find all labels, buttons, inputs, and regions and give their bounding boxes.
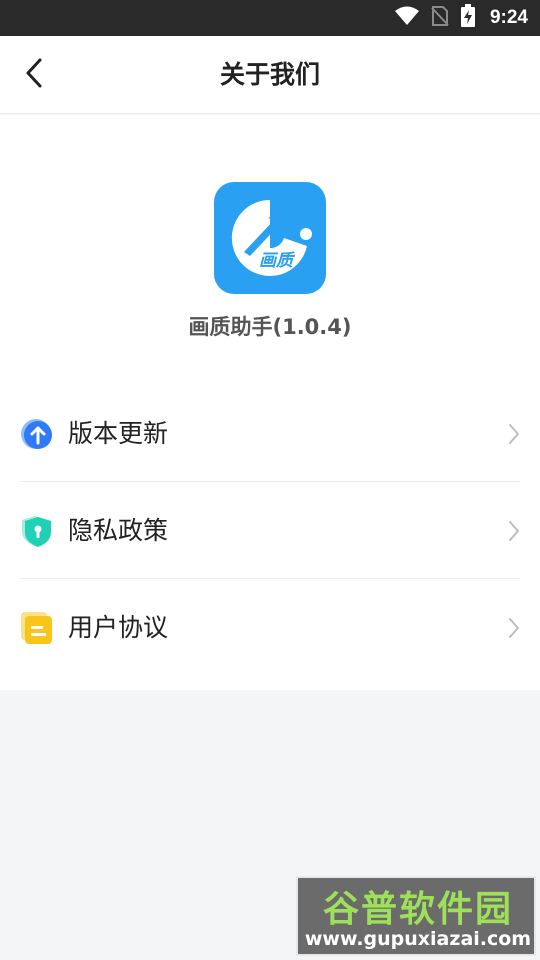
privacy-shield-icon: [20, 514, 54, 548]
no-sim-icon: [430, 5, 450, 31]
menu-item-label: 隐私政策: [68, 516, 169, 545]
status-bar: 9:24: [0, 0, 540, 36]
chevron-right-icon: [508, 423, 520, 445]
watermark-url: www.gupuxiazai.com: [304, 928, 532, 950]
menu-item-version-update[interactable]: 版本更新: [20, 385, 520, 482]
menu-item-privacy-policy[interactable]: 隐私政策: [20, 482, 520, 579]
menu-item-label: 版本更新: [68, 419, 169, 448]
app-name: 画质助手(1.0.4): [188, 315, 352, 339]
screen: 9:24 关于我们 画质 画质助手(1.0.4) 版本更新 隐私政策 用户协议 …: [0, 0, 540, 960]
user-agreement-icon: [20, 611, 54, 645]
menu-item-label: 用户协议: [68, 613, 169, 642]
battery-charging-icon: [460, 4, 476, 32]
menu-item-user-agreement[interactable]: 用户协议: [20, 579, 520, 676]
menu-list: 版本更新 隐私政策 用户协议: [20, 385, 520, 676]
top-bar: 关于我们: [0, 36, 540, 114]
watermark-title: 谷普软件园: [322, 889, 513, 930]
app-logo-text: 画质: [259, 251, 296, 271]
chevron-right-icon: [508, 617, 520, 639]
status-icons: 9:24: [394, 0, 528, 36]
status-time: 9:24: [489, 7, 528, 28]
watermark: 谷普软件园 www.gupuxiazai.com: [296, 876, 536, 956]
about-content: 画质 画质助手(1.0.4) 版本更新 隐私政策 用户协议: [0, 115, 540, 690]
wifi-icon: [394, 5, 420, 31]
page-title: 关于我们: [219, 60, 320, 89]
update-arrow-icon: [20, 417, 54, 451]
app-logo-icon: 画质: [214, 182, 326, 294]
chevron-right-icon: [508, 520, 520, 542]
